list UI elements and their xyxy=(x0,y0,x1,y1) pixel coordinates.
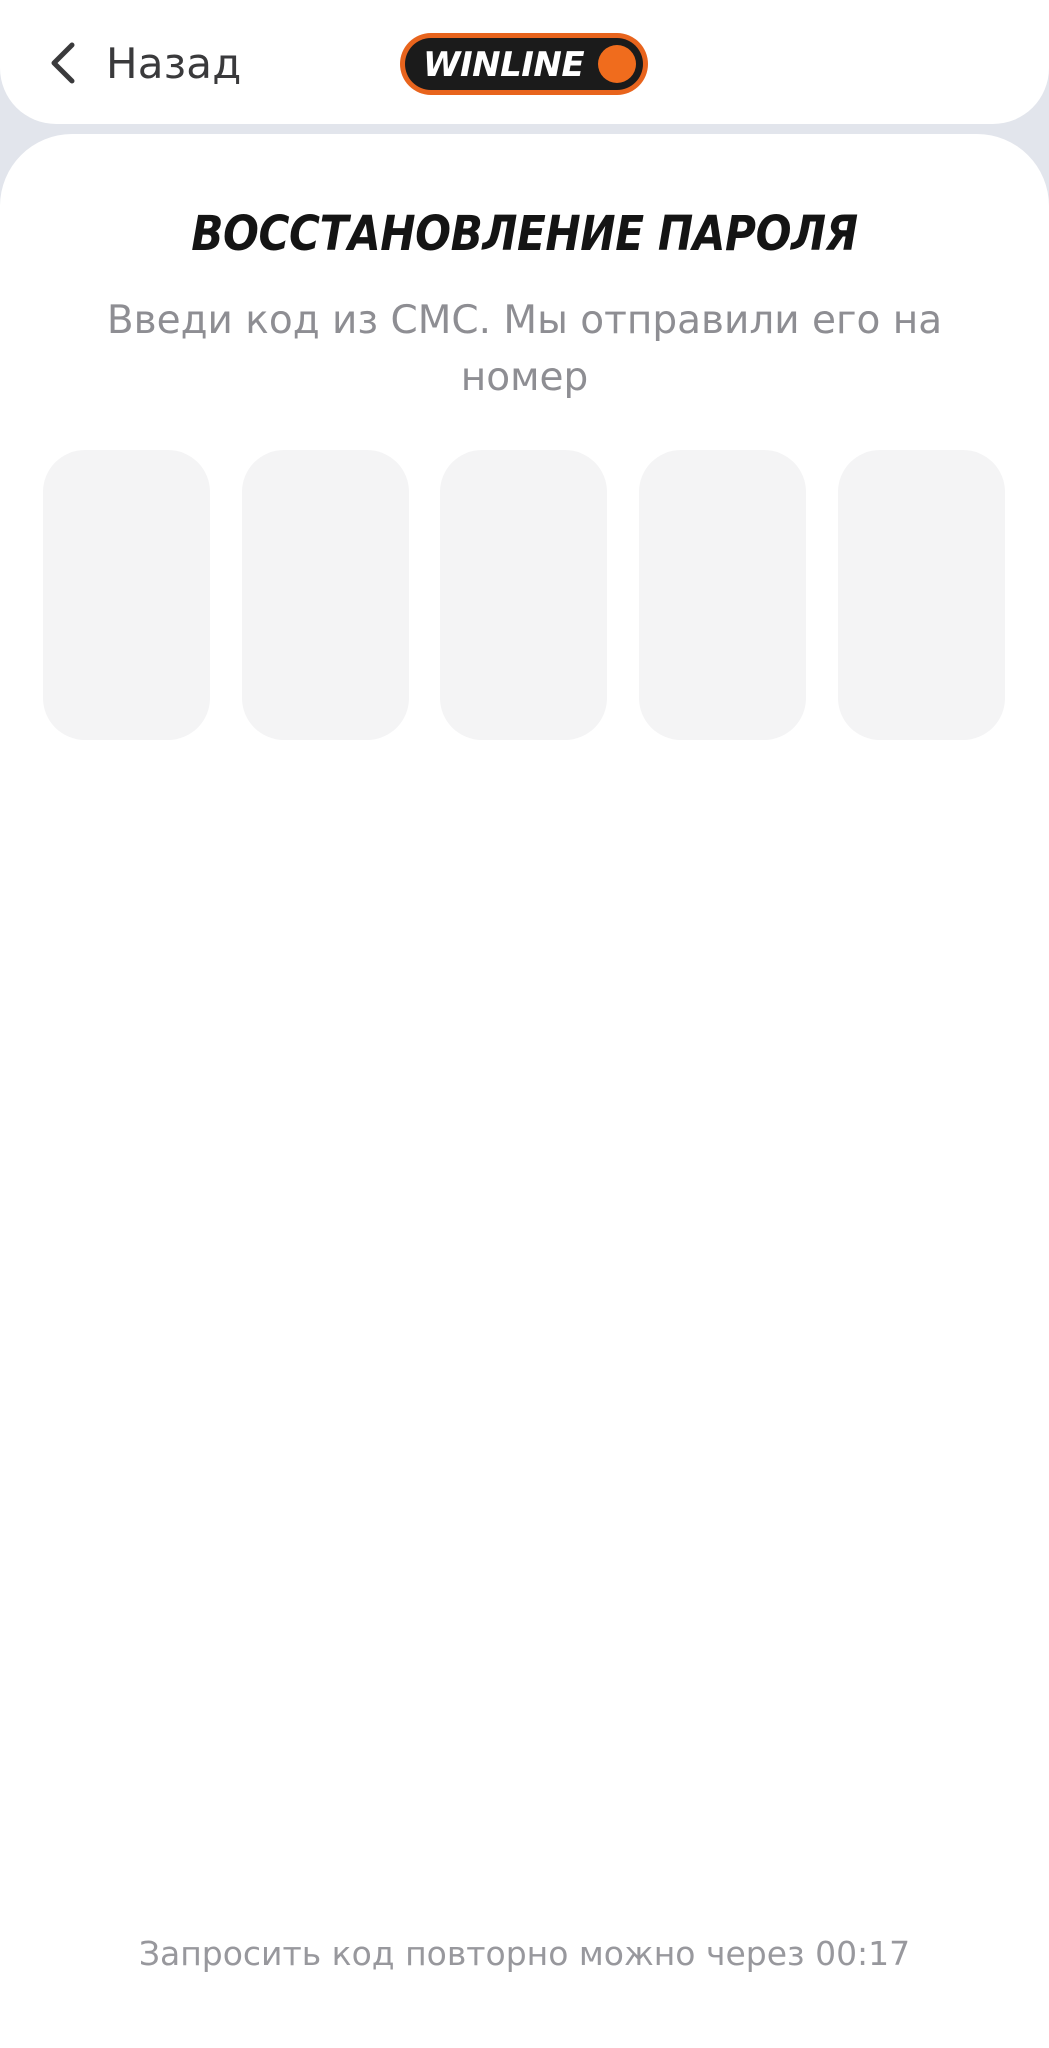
content-card xyxy=(0,134,1049,2048)
code-digit-input-1[interactable] xyxy=(43,450,210,740)
sms-code-input-group xyxy=(43,450,1005,740)
chevron-left-icon xyxy=(51,42,75,84)
page-title: ВОССТАНОВЛЕНИЕ ПАРОЛЯ xyxy=(191,206,858,262)
code-digit-input-3[interactable] xyxy=(440,450,607,740)
code-digit-input-4[interactable] xyxy=(639,450,806,740)
top-bar: Назад WINLINE xyxy=(0,0,1049,124)
back-button-label: Назад xyxy=(106,38,242,88)
winline-logo: WINLINE xyxy=(400,33,648,95)
code-digit-input-5[interactable] xyxy=(838,450,1005,740)
code-digit-input-2[interactable] xyxy=(242,450,409,740)
logo-wordmark: WINLINE xyxy=(423,45,585,85)
sms-instruction-line-2: номер xyxy=(460,355,589,400)
logo-body: WINLINE xyxy=(405,38,643,90)
sms-instruction: Введи код из СМС. Мы отправили его на но… xyxy=(0,292,1049,406)
back-button[interactable]: Назад xyxy=(44,30,241,96)
resend-timer-text: Запросить код повторно можно через 00:17 xyxy=(138,1934,911,1973)
logo-dot xyxy=(598,45,636,83)
sms-instruction-line-1: Введи код из СМС. Мы отправили его на xyxy=(106,298,943,343)
